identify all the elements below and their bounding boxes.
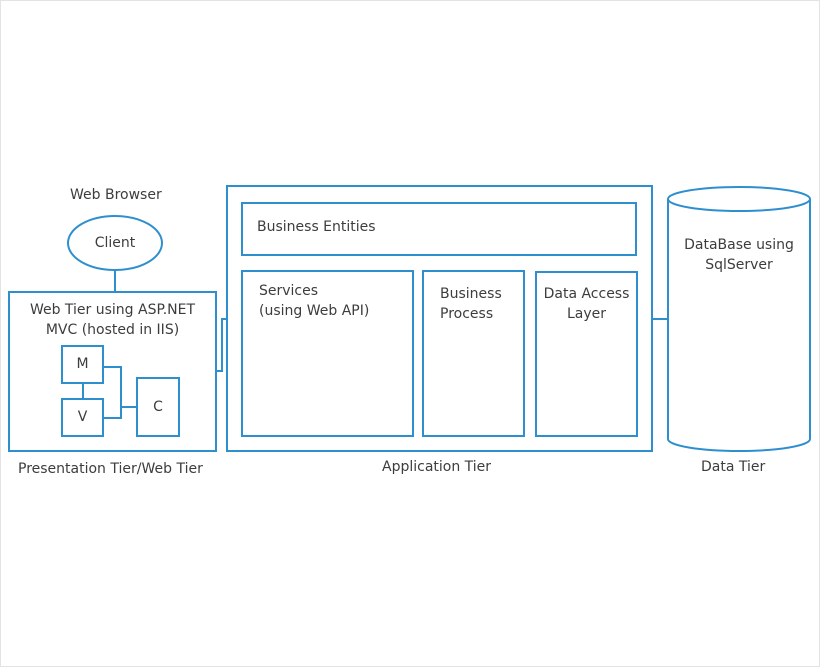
web-tier-label: Web Tier using ASP.NET MVC (hosted in II… — [9, 300, 216, 340]
view-label: V — [77, 409, 88, 425]
services-label-line2: (using Web API) — [259, 303, 370, 319]
business-process-label: Business Process — [440, 284, 502, 324]
diagram-canvas: Web Browser Client Web Tier using ASP.NE… — [0, 0, 820, 667]
database-label-line1: DataBase using — [684, 237, 794, 253]
model-label: M — [76, 356, 89, 372]
web-tier-label-line1: Web Tier using ASP.NET — [29, 302, 196, 318]
data-access-layer-label: Data Access Layer — [536, 284, 637, 324]
web-tier-label-line2: MVC (hosted in IIS) — [45, 322, 180, 338]
controller-label: C — [153, 399, 163, 415]
business-process-label-line1: Business — [440, 286, 502, 302]
database-label-line2: SqlServer — [705, 257, 773, 273]
database-cylinder — [667, 186, 811, 452]
database-label: DataBase using SqlServer — [668, 235, 810, 275]
data-access-layer-label-line2: Layer — [566, 306, 607, 322]
webtier-apptier-connector — [216, 318, 227, 372]
business-entities-label: Business Entities — [257, 219, 376, 235]
services-label-line1: Services — [259, 283, 319, 299]
client-label: Client — [94, 235, 136, 251]
data-tier-label: Data Tier — [701, 459, 766, 475]
application-tier-label: Application Tier — [382, 459, 492, 475]
data-access-layer-label-line1: Data Access — [543, 286, 630, 302]
web-browser-label: Web Browser — [70, 187, 162, 203]
services-label: Services (using Web API) — [259, 281, 369, 321]
business-process-label-line2: Process — [440, 306, 494, 322]
presentation-tier-label: Presentation Tier/Web Tier — [18, 461, 203, 477]
